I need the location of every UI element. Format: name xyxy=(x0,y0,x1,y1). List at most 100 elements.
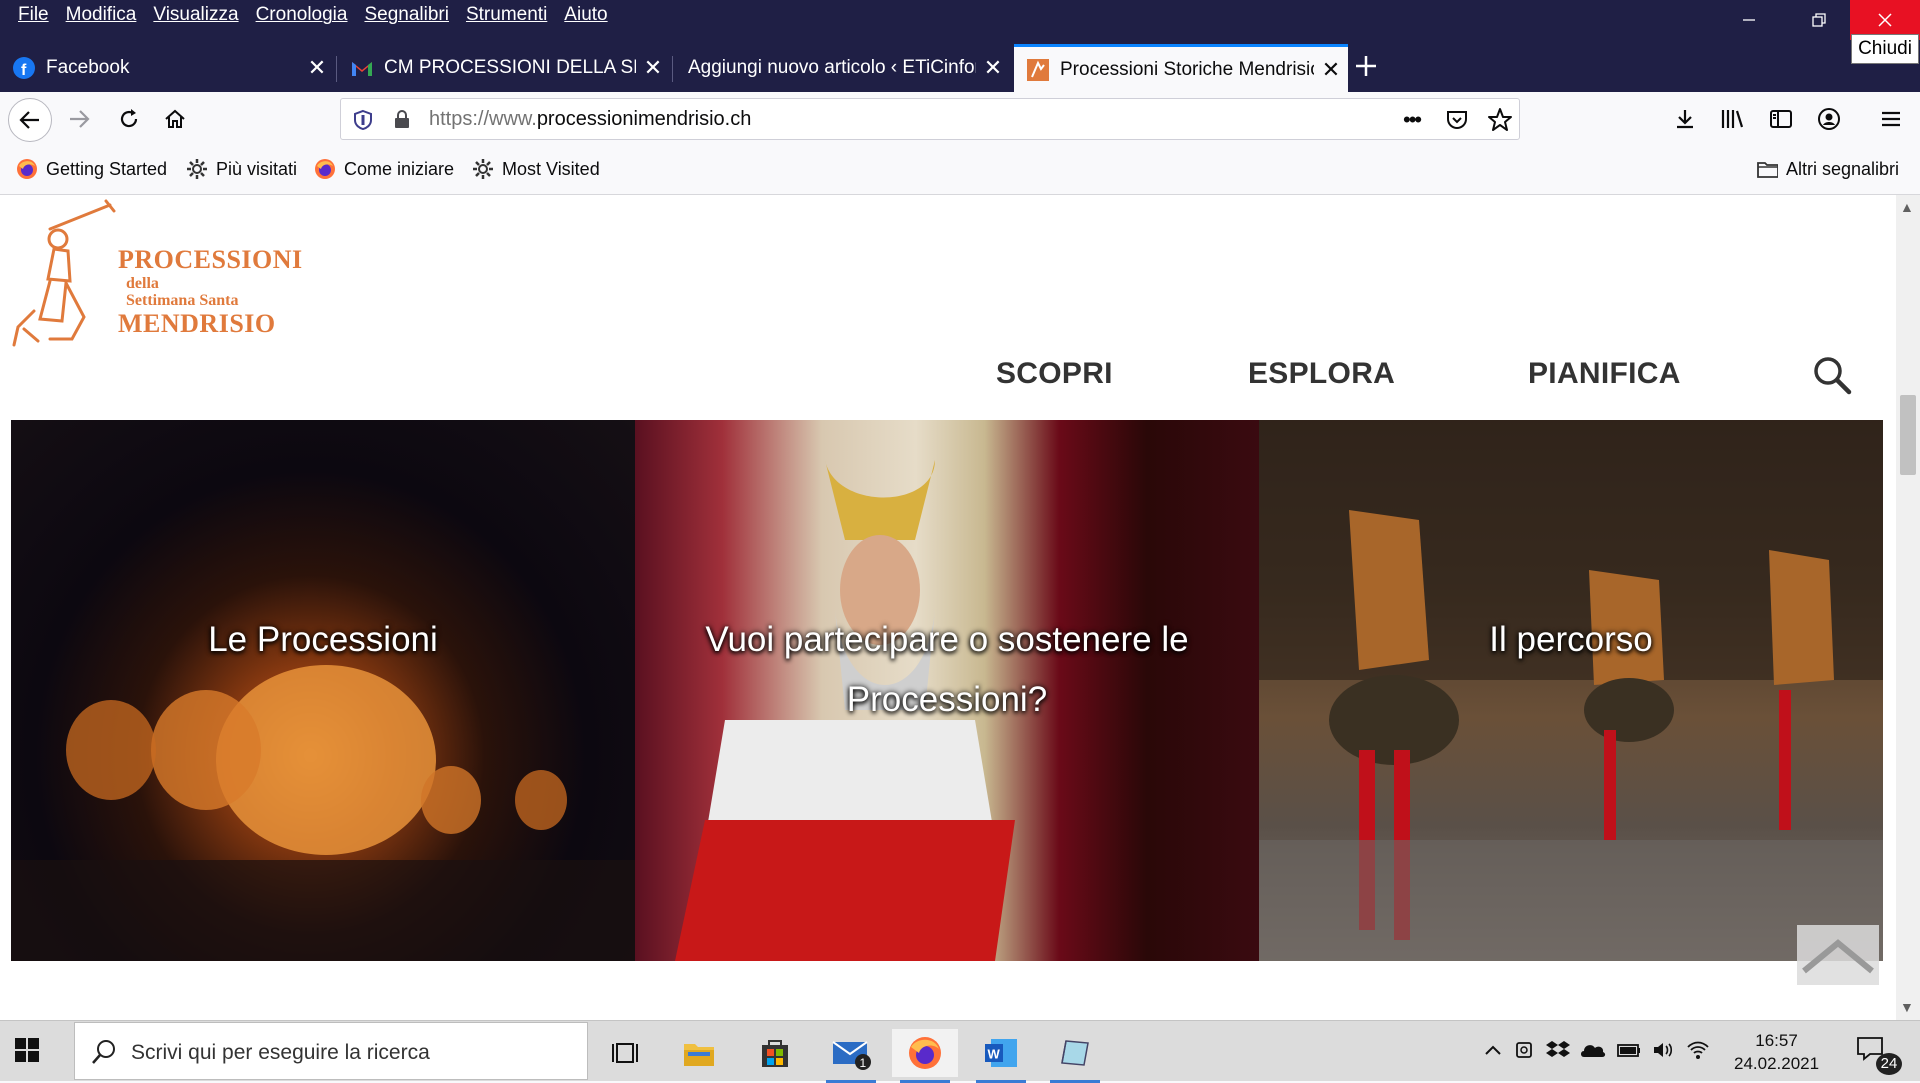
tab-gmail[interactable]: CM PROCESSIONI DELLA SETTIMANA SANTA ✕ xyxy=(338,44,670,92)
menu-segnalibri[interactable]: Segnalibri xyxy=(356,4,458,26)
bookmark-label: Most Visited xyxy=(502,158,600,179)
folder-icon xyxy=(684,1044,714,1066)
reload-button[interactable] xyxy=(110,100,148,138)
url-prefix: https://www. xyxy=(429,108,537,130)
menu-modifica[interactable]: Modifica xyxy=(58,4,146,26)
chevron-up-icon[interactable] xyxy=(1482,1039,1504,1066)
gear-icon xyxy=(472,158,494,180)
restore-icon xyxy=(1812,13,1826,27)
logo-text: PROCESSIONI della Settimana Santa MENDRI… xyxy=(118,245,303,339)
chevron-up-icon xyxy=(1802,939,1874,974)
tab-close-icon[interactable]: ✕ xyxy=(300,55,334,81)
svg-text:W: W xyxy=(988,1047,1001,1062)
home-button[interactable] xyxy=(156,100,194,138)
download-icon xyxy=(1677,110,1693,129)
pocket-icon[interactable] xyxy=(1445,108,1469,137)
site-logo[interactable]: PROCESSIONI della Settimana Santa MENDRI… xyxy=(10,199,302,349)
menu-file[interactable]: File xyxy=(10,4,58,26)
tab-processioni[interactable]: Processioni Storiche Mendrisio ✕ xyxy=(1014,44,1348,92)
bookmark-most-visited[interactable]: Most Visited xyxy=(472,158,600,180)
home-icon xyxy=(165,109,185,128)
task-view-icon xyxy=(612,1043,638,1063)
dropbox-icon[interactable] xyxy=(1546,1039,1570,1066)
account-button[interactable] xyxy=(1810,100,1848,138)
minimize-icon xyxy=(1743,19,1755,21)
facebook-icon: f xyxy=(12,56,36,80)
taskbar-notes-app[interactable] xyxy=(1042,1029,1108,1083)
logo-line: MENDRISIO xyxy=(118,309,276,338)
scroll-thumb[interactable] xyxy=(1900,395,1916,475)
mail-badge-count: 1 xyxy=(860,1056,867,1070)
minimize-button[interactable] xyxy=(1714,0,1784,40)
tab-close-icon[interactable]: ✕ xyxy=(636,55,670,81)
menu-aiuto[interactable]: Aiuto xyxy=(556,4,616,26)
bookmark-star-icon[interactable] xyxy=(1487,107,1513,138)
back-to-top-button[interactable] xyxy=(1797,925,1879,985)
taskbar-store[interactable] xyxy=(742,1029,808,1077)
volume-icon[interactable] xyxy=(1652,1039,1676,1066)
tab-facebook[interactable]: f Facebook ✕ xyxy=(0,44,334,92)
battery-icon[interactable] xyxy=(1616,1039,1642,1066)
site-nav-scopri[interactable]: SCOPRI xyxy=(996,357,1113,391)
tab-strip: f Facebook ✕ CM PROCESSIONI DELLA SETTIM… xyxy=(0,40,1920,92)
search-icon xyxy=(92,1040,115,1064)
new-tab-button[interactable] xyxy=(1354,54,1378,84)
tab-eticinforma[interactable]: Aggiungi nuovo articolo ‹ ETiCinforma ✕ xyxy=(676,44,1010,92)
site-search-button[interactable] xyxy=(1812,355,1852,400)
store-icon xyxy=(762,1040,788,1067)
other-bookmarks[interactable]: Altri segnalibri xyxy=(1756,158,1899,180)
scroll-down-icon[interactable]: ▼ xyxy=(1900,999,1914,1015)
menu-button[interactable] xyxy=(1872,100,1910,138)
title-bar: File Modifica Visualizza Cronologia Segn… xyxy=(0,0,1920,40)
menu-bar: File Modifica Visualizza Cronologia Segn… xyxy=(10,4,617,26)
bookmark-come-iniziare[interactable]: Come iniziare xyxy=(314,158,454,180)
scroll-up-icon[interactable]: ▲ xyxy=(1900,199,1914,215)
close-icon xyxy=(1878,13,1892,27)
library-button[interactable] xyxy=(1714,100,1752,138)
wifi-icon[interactable] xyxy=(1686,1039,1710,1066)
hero-title: Le Processioni xyxy=(208,620,438,659)
taskbar-clock[interactable]: 16:57 24.02.2021 xyxy=(1734,1029,1819,1075)
menu-strumenti[interactable]: Strumenti xyxy=(458,4,556,26)
sidebar-button[interactable] xyxy=(1762,100,1800,138)
hero-card-percorso[interactable]: Il percorso xyxy=(1259,420,1883,961)
arrow-right-icon xyxy=(70,110,90,128)
back-button[interactable] xyxy=(8,98,52,142)
tab-close-icon[interactable]: ✕ xyxy=(1314,57,1348,83)
bookmark-getting-started[interactable]: Getting Started xyxy=(16,158,167,180)
bookmark-piu-visitati[interactable]: Più visitati xyxy=(186,158,297,180)
site-nav-esplora[interactable]: ESPLORA xyxy=(1248,357,1395,391)
menu-cronologia[interactable]: Cronologia xyxy=(248,4,357,26)
onedrive-icon[interactable] xyxy=(1580,1039,1606,1066)
downloads-button[interactable] xyxy=(1666,100,1704,138)
bookmark-label: Getting Started xyxy=(46,158,168,179)
taskbar-firefox[interactable] xyxy=(892,1029,958,1083)
forward-button[interactable] xyxy=(60,100,98,138)
lock-icon[interactable] xyxy=(393,109,411,134)
word-icon: W xyxy=(985,1039,1017,1067)
url-text: https://www.processionimendrisio.ch xyxy=(429,108,751,131)
taskbar-mail[interactable]: 1 xyxy=(818,1029,884,1083)
start-button[interactable] xyxy=(14,1037,40,1068)
hero-card-processioni[interactable]: Le Processioni xyxy=(11,420,635,961)
taskbar-file-explorer[interactable] xyxy=(666,1029,732,1077)
bookmarks-toolbar: Getting Started Più visitati Come inizia… xyxy=(0,146,1920,195)
firefox-icon xyxy=(16,158,38,180)
menu-visualizza[interactable]: Visualizza xyxy=(145,4,247,26)
hamburger-icon xyxy=(1882,111,1900,127)
taskbar-search-box[interactable]: Scrivi qui per eseguire la ricerca xyxy=(74,1022,588,1080)
hero-card-partecipare[interactable]: Vuoi partecipare o sostenere le Processi… xyxy=(635,420,1259,961)
tracking-protection-shield-icon[interactable] xyxy=(353,109,373,136)
site-nav-pianifica[interactable]: PIANIFICA xyxy=(1528,357,1681,391)
lanterns-image xyxy=(11,665,635,961)
tab-close-icon[interactable]: ✕ xyxy=(976,55,1010,81)
restore-button[interactable] xyxy=(1784,0,1854,40)
url-bar[interactable]: https://www.processionimendrisio.ch ••• xyxy=(340,98,1520,140)
svg-text:f: f xyxy=(21,62,27,79)
meet-now-icon[interactable] xyxy=(1514,1039,1536,1066)
reload-icon xyxy=(120,109,138,128)
taskbar-word[interactable]: W xyxy=(968,1029,1034,1083)
page-actions-icon[interactable]: ••• xyxy=(1403,107,1422,133)
page-scrollbar[interactable]: ▲ ▼ xyxy=(1896,195,1920,1020)
task-view-button[interactable] xyxy=(592,1029,658,1077)
